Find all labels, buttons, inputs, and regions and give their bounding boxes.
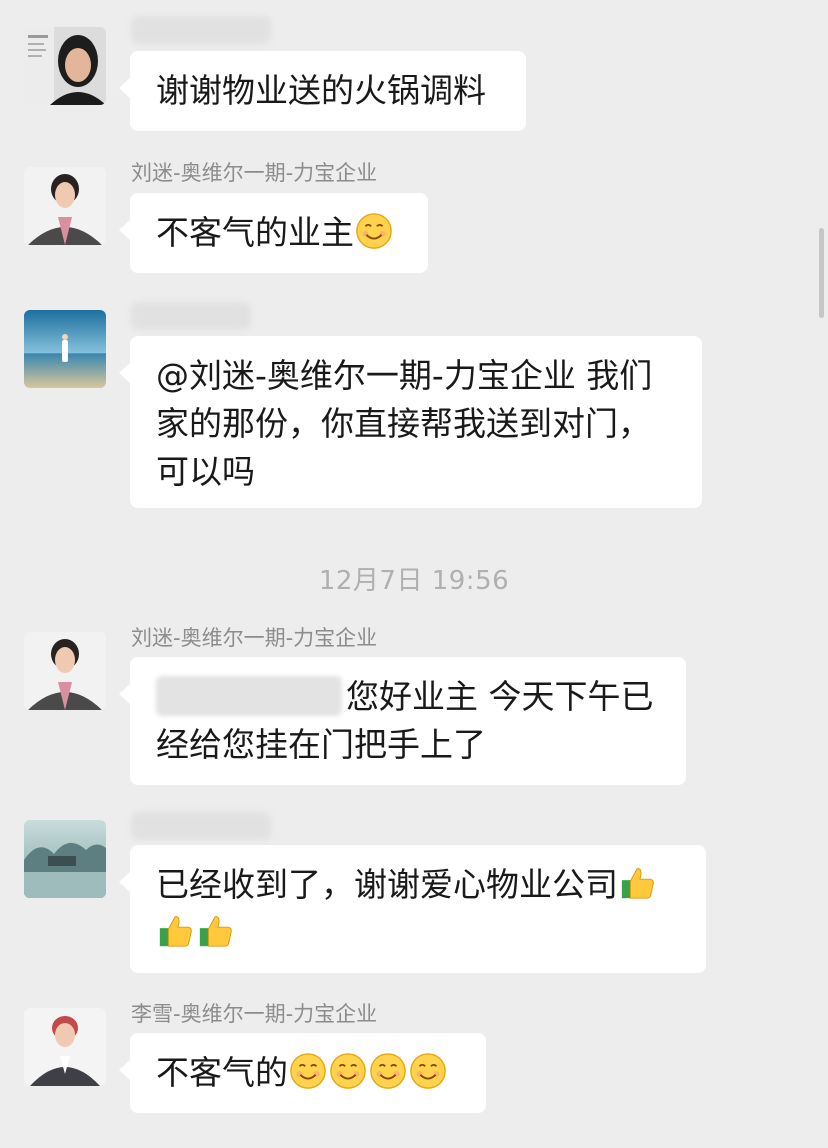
avatar[interactable]: [24, 820, 106, 898]
sender-name: 李雪-奥维尔一期-力宝企业: [131, 1002, 378, 1026]
avatar[interactable]: [24, 310, 106, 388]
message-text: 已经收到了，谢谢爱心物业公司: [156, 865, 618, 904]
message-bubble[interactable]: 不客气的业主: [119, 193, 428, 273]
sender-name-redacted: [131, 302, 251, 330]
message-text-line-2: 经给您挂在门把手上了: [156, 725, 486, 764]
avatar[interactable]: [24, 27, 106, 105]
message-text: 不客气的: [156, 1053, 288, 1092]
thumbs-up-emoji-icon: [621, 868, 654, 899]
message-text: 不客气的业主: [156, 213, 354, 252]
message-bubble[interactable]: @刘迷-奥维尔一期-力宝企业 我们 家的那份，你直接帮我送到对门， 可以吗: [119, 336, 702, 508]
chat-screen: { "messages": [ {"sender": "", "text": "…: [0, 0, 828, 1148]
sender-name: 刘迷-奥维尔一期-力宝企业: [131, 161, 378, 185]
smile-emoji-icon: [330, 1053, 366, 1089]
avatar-photo-icon: [24, 632, 106, 710]
avatar-photo-icon: [24, 167, 106, 245]
avatar[interactable]: [24, 1008, 106, 1086]
message-text: @刘迷-奥维尔一期-力宝企业 我们 家的那份，你直接帮我送到对门， 可以吗: [156, 356, 653, 491]
thumbs-up-emoji-icon: [199, 916, 232, 947]
message-bubble[interactable]: 您好业主 今天下午已经给您挂在门把手上了: [119, 657, 686, 785]
timestamp: 12月7日 19:56: [318, 566, 510, 596]
mention-redacted: [156, 676, 342, 716]
smile-emoji-icon: [410, 1053, 446, 1089]
scrollbar[interactable]: [819, 228, 824, 318]
message-bubble[interactable]: 不客气的: [119, 1033, 486, 1113]
thumbs-up-emoji-icon: [159, 916, 192, 947]
message-bubble[interactable]: 已经收到了，谢谢爱心物业公司: [119, 845, 706, 973]
smile-emoji-icon: [356, 213, 392, 249]
message-bubble[interactable]: 谢谢物业送的火锅调料: [119, 51, 526, 131]
smile-emoji-icon: [290, 1053, 326, 1089]
smile-emoji-icon: [370, 1053, 406, 1089]
avatar-photo-icon: [24, 820, 106, 898]
avatar-photo-icon: [24, 310, 106, 388]
avatar-photo-icon: [24, 1008, 106, 1086]
sender-name-redacted: [131, 16, 271, 44]
avatar[interactable]: [24, 632, 106, 710]
message-text: 谢谢物业送的火锅调料: [156, 71, 486, 110]
avatar-photo-icon: [24, 27, 106, 105]
avatar[interactable]: [24, 167, 106, 245]
sender-name: 刘迷-奥维尔一期-力宝企业: [131, 626, 378, 650]
message-text: 您好业主 今天下午已: [346, 677, 654, 716]
sender-name-redacted: [131, 812, 271, 840]
